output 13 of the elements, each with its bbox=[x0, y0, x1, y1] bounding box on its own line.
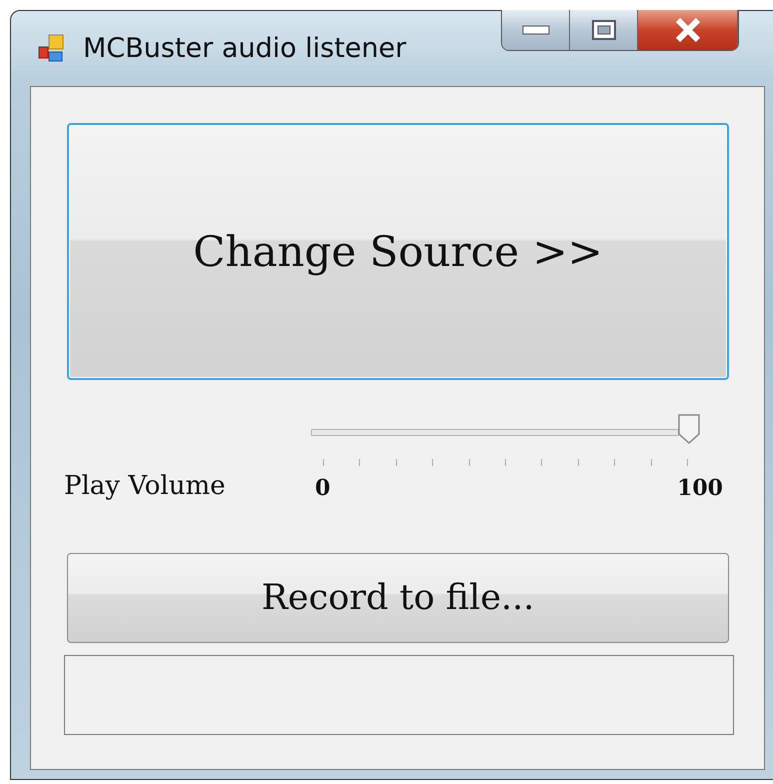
min-label: 0 bbox=[315, 475, 330, 501]
close-button[interactable] bbox=[638, 10, 738, 50]
minimize-button[interactable] bbox=[502, 10, 570, 50]
slider-thumb[interactable] bbox=[677, 413, 701, 445]
maximize-button[interactable] bbox=[570, 10, 638, 50]
window-title: MCBuster audio listener bbox=[83, 33, 406, 64]
record-button[interactable]: Record to file... bbox=[67, 553, 729, 643]
maximize-icon bbox=[590, 19, 616, 41]
text-field[interactable] bbox=[64, 655, 734, 735]
change-source-button[interactable]: Change Source >> bbox=[67, 123, 729, 380]
max-label: 100 bbox=[677, 475, 723, 501]
volume-label: Play Volume bbox=[64, 471, 226, 501]
minimize-icon bbox=[522, 25, 550, 35]
